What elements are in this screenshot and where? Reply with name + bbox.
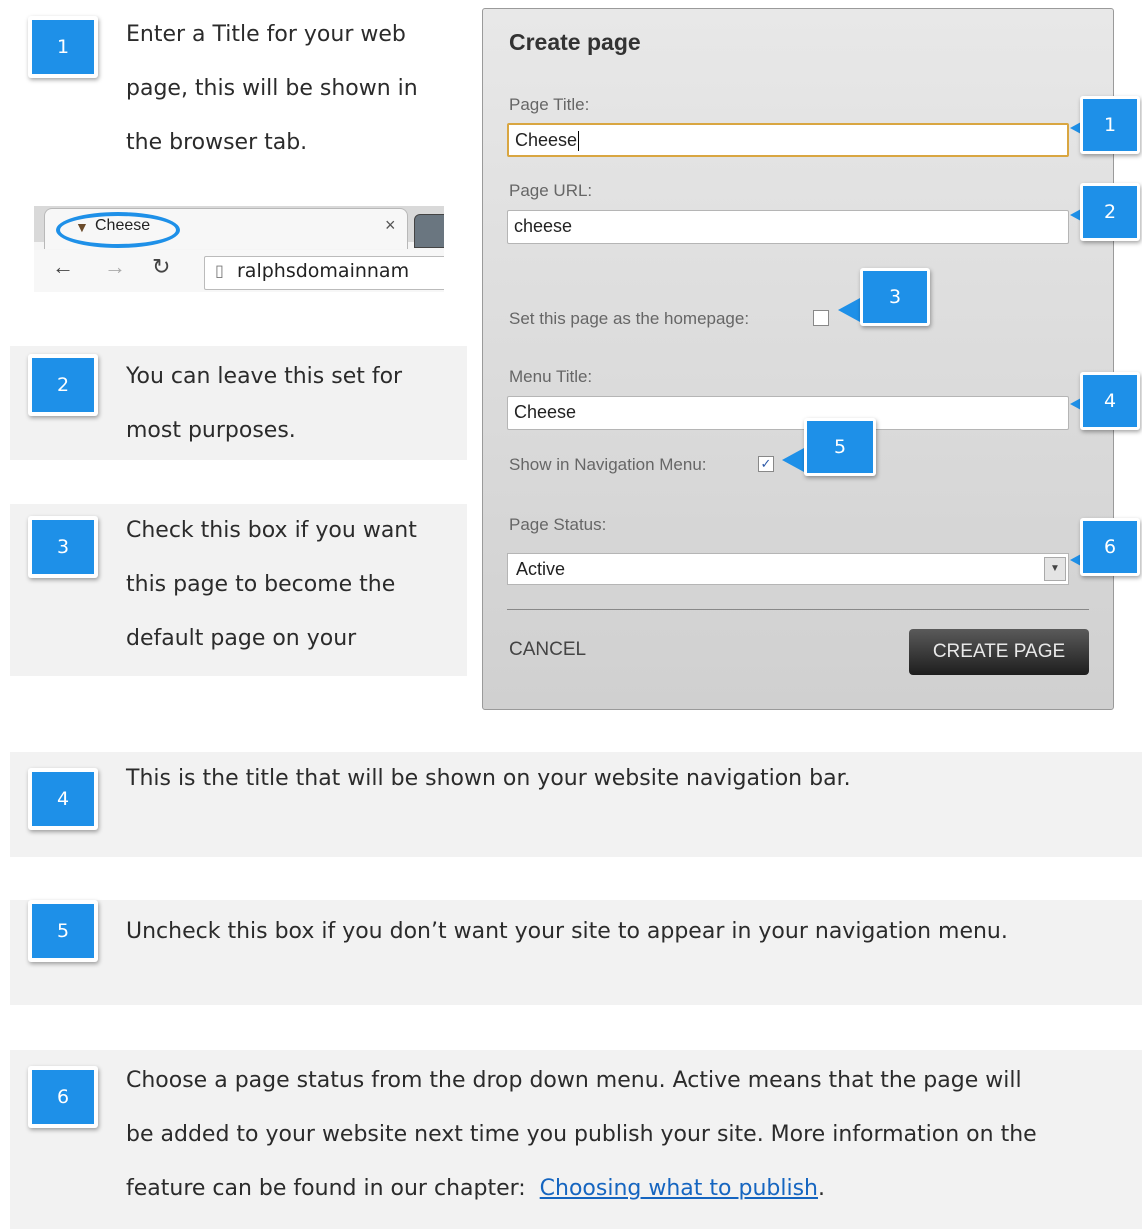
tab-close-icon: × [385, 215, 396, 235]
note-line-prefix: feature can be found in our chapter: [126, 1176, 540, 1201]
highlight-oval [56, 212, 180, 248]
callout-number: 4 [1083, 375, 1137, 427]
step-number: 5 [32, 904, 94, 958]
note-line-suffix: . [818, 1176, 825, 1201]
callout-pointer [782, 448, 804, 472]
callout-number: 2 [1083, 186, 1137, 238]
show-nav-label: Show in Navigation Menu: [509, 455, 707, 474]
create-page-button[interactable]: CREATE PAGE [909, 629, 1089, 675]
dropdown-arrow-icon[interactable]: ▼ [1044, 557, 1066, 581]
callout-box: 2 [1080, 183, 1140, 241]
page-url-value: cheese [514, 216, 573, 236]
forward-arrow-icon: → [104, 254, 126, 279]
note-line: be added to your website next time you p… [126, 1122, 1037, 1147]
address-text: ralphsdomainnam [237, 260, 410, 282]
cancel-button[interactable]: CANCEL [509, 639, 586, 661]
back-arrow-icon: ← [52, 254, 74, 279]
reload-icon: ↻ [152, 254, 171, 279]
divider [507, 609, 1089, 610]
note-line: Choose a page status from the drop down … [126, 1068, 1022, 1093]
callout-number: 5 [807, 421, 873, 473]
callout-1: 1 [1070, 96, 1140, 156]
checkmark-icon: ✓ [760, 456, 772, 471]
note-line: the browser tab. [126, 130, 308, 155]
note-line: Check this box if you want [126, 518, 417, 543]
callout-3: 3 [838, 268, 930, 328]
callout-number: 1 [1083, 99, 1137, 151]
browser-tab-screenshot: ▼ Cheese × ← → ↻ ▯ ralphsdomainnam [34, 206, 444, 292]
note-5-text: Uncheck this box if you don’t want your … [126, 905, 1008, 959]
dialog-title: Create page [509, 29, 641, 55]
page-title-value: Cheese [515, 130, 578, 150]
callout-number: 3 [863, 271, 927, 323]
note-line: most purposes. [126, 418, 296, 443]
step-number: 2 [32, 358, 94, 412]
callout-box: 5 [804, 418, 876, 476]
note-4-text: This is the title that will be shown on … [126, 752, 851, 806]
note-line: You can leave this set for [126, 364, 403, 389]
note-1-text: Enter a Title for your web page, this wi… [126, 8, 418, 170]
step-number: 4 [32, 772, 94, 826]
note-line: page, this will be shown in [126, 76, 418, 101]
page-title-label: Page Title: [509, 95, 590, 114]
show-nav-checkbox[interactable]: ✓ [758, 456, 774, 472]
note-line: Enter a Title for your web [126, 22, 406, 47]
step-badge-2: 2 [28, 354, 98, 416]
callout-number: 6 [1083, 521, 1137, 573]
step-badge-4: 4 [28, 768, 98, 830]
callout-box: 1 [1080, 96, 1140, 154]
create-page-dialog: Create page Page Title: Cheese Page URL:… [482, 8, 1114, 710]
step-badge-6: 6 [28, 1066, 98, 1128]
menu-title-label: Menu Title: [509, 367, 593, 386]
step-number: 6 [32, 1070, 94, 1124]
callout-box: 4 [1080, 372, 1140, 430]
note-line: This is the title that will be shown on … [126, 766, 851, 791]
step-badge-5: 5 [28, 900, 98, 962]
page-title-input[interactable]: Cheese [507, 123, 1069, 157]
page-url-label: Page URL: [509, 181, 593, 200]
note-line: default page on your [126, 626, 357, 651]
callout-2: 2 [1070, 183, 1140, 243]
callout-5: 5 [782, 418, 876, 478]
text-caret [578, 131, 580, 152]
note-3-text: Check this box if you want this page to … [126, 504, 417, 666]
step-number: 1 [32, 20, 94, 74]
choosing-what-to-publish-link[interactable]: Choosing what to publish [540, 1176, 818, 1201]
note-2-text: You can leave this set for most purposes… [126, 350, 402, 458]
address-bar: ▯ ralphsdomainnam [204, 256, 444, 290]
callout-box: 3 [860, 268, 930, 326]
step-badge-1: 1 [28, 16, 98, 78]
note-6-text: Choose a page status from the drop down … [126, 1054, 1037, 1216]
page-status-label: Page Status: [509, 515, 607, 534]
homepage-label: Set this page as the homepage: [509, 309, 750, 328]
callout-4: 4 [1070, 372, 1140, 432]
page-status-select[interactable]: Active ▼ [507, 553, 1069, 585]
step-badge-3: 3 [28, 516, 98, 578]
page-icon: ▯ [215, 263, 224, 280]
callout-pointer [838, 298, 860, 322]
page-status-value: Active [516, 559, 566, 579]
menu-title-value: Cheese [514, 402, 577, 422]
step-number: 3 [32, 520, 94, 574]
page-url-input[interactable]: cheese [507, 210, 1069, 244]
note-line: feature can be found in our chapter: Cho… [126, 1162, 1037, 1216]
callout-box: 6 [1080, 518, 1140, 576]
note-line: Uncheck this box if you don’t want your … [126, 919, 1008, 944]
callout-6: 6 [1070, 518, 1140, 578]
homepage-checkbox[interactable] [813, 310, 829, 326]
new-tab-button [414, 214, 444, 248]
note-line: this page to become the [126, 572, 396, 597]
